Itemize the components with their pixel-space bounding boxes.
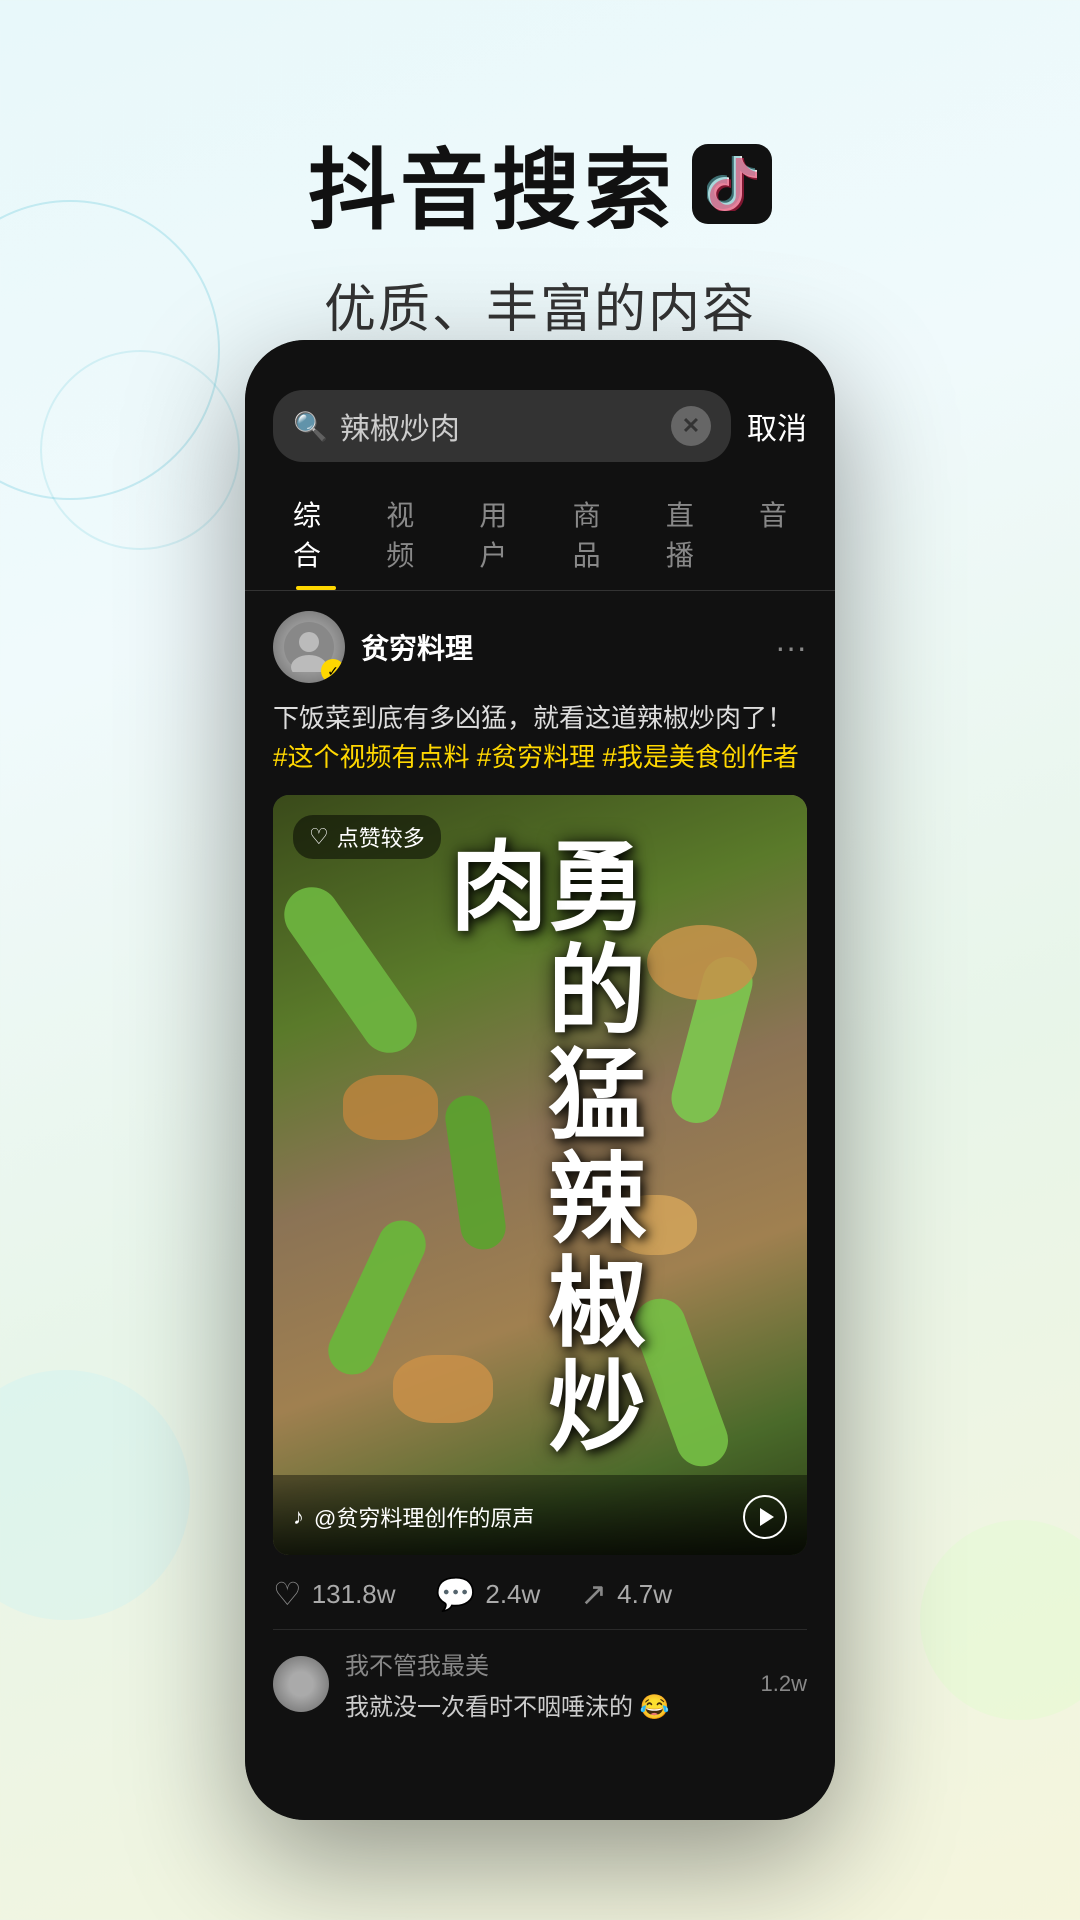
play-button[interactable] — [743, 1495, 787, 1539]
comment-count: 1.2w — [761, 1671, 807, 1697]
post-body: 下饭菜到底有多凶猛，就看这道辣椒炒肉了！ — [273, 703, 793, 733]
hashtag-3[interactable]: #我是美食创作者 — [602, 742, 798, 772]
share-icon: ↗ — [580, 1575, 607, 1613]
bg-decoration-blob-right — [920, 1520, 1080, 1720]
tab-商品[interactable]: 商品 — [553, 478, 638, 590]
more-options-icon[interactable]: ··· — [775, 629, 807, 666]
subtitle: 优质、丰富的内容 — [0, 267, 1080, 342]
video-text-overlay: 勇的猛辣椒炒肉 — [273, 795, 807, 1555]
heart-icon: ♡ — [273, 1575, 302, 1613]
like-badge-text: 点赞较多 — [337, 821, 425, 853]
comments-count: 2.4w — [485, 1579, 540, 1610]
comment-author: 我不管我最美 — [345, 1646, 745, 1681]
user-info: ✓ 贫穷料理 — [273, 611, 473, 683]
likes-stat[interactable]: ♡ 131.8w — [273, 1575, 396, 1613]
cancel-button[interactable]: 取消 — [747, 404, 807, 448]
phone-mockup: 🔍 辣椒炒肉 ✕ 取消 综合 视频 用户 商品 直播 音 — [245, 340, 835, 1820]
main-title: 抖音搜索 — [0, 120, 1080, 247]
hashtag-2[interactable]: #贫穷料理 — [477, 742, 595, 772]
tab-音[interactable]: 音 — [739, 478, 807, 590]
comment-content: 我不管我最美 我就没一次看时不咽唾沫的 😂 — [345, 1646, 745, 1722]
search-area: 🔍 辣椒炒肉 ✕ 取消 — [245, 340, 835, 478]
username[interactable]: 贫穷料理 — [361, 627, 473, 667]
user-row: ✓ 贫穷料理 ··· — [273, 611, 807, 683]
search-query: 辣椒炒肉 — [340, 404, 659, 448]
phone-screen: 🔍 辣椒炒肉 ✕ 取消 综合 视频 用户 商品 直播 音 — [245, 340, 835, 1820]
avatar: ✓ — [273, 611, 345, 683]
video-background: 勇的猛辣椒炒肉 ♡ 点赞较多 ♪ @贫穷料理创作的原声 — [273, 795, 807, 1555]
video-bottom-bar: ♪ @贫穷料理创作的原声 — [273, 1479, 807, 1555]
audio-info: ♪ @贫穷料理创作的原声 — [293, 1501, 534, 1533]
search-icon: 🔍 — [293, 410, 328, 443]
comment-icon: 💬 — [436, 1575, 476, 1613]
video-big-text: 勇的猛辣椒炒肉 — [442, 835, 638, 1515]
verified-badge: ✓ — [321, 659, 345, 683]
comments-stat[interactable]: 💬 2.4w — [436, 1575, 541, 1613]
tab-直播[interactable]: 直播 — [646, 478, 731, 590]
like-badge: ♡ 点赞较多 — [293, 815, 441, 859]
heart-icon-small: ♡ — [309, 824, 329, 850]
comment-preview: 我不管我最美 我就没一次看时不咽唾沫的 😂 1.2w — [273, 1629, 807, 1738]
play-icon — [760, 1508, 774, 1526]
clear-search-button[interactable]: ✕ — [671, 406, 711, 446]
post-text: 下饭菜到底有多凶猛，就看这道辣椒炒肉了！ #这个视频有点料 #贫穷料理 #我是美… — [273, 699, 807, 777]
audio-text: @贫穷料理创作的原声 — [314, 1501, 534, 1533]
tab-综合[interactable]: 综合 — [273, 478, 358, 590]
video-thumbnail[interactable]: 勇的猛辣椒炒肉 ♡ 点赞较多 ♪ @贫穷料理创作的原声 — [273, 795, 807, 1555]
hashtag-1[interactable]: #这个视频有点料 — [273, 742, 469, 772]
tiktok-small-icon: ♪ — [293, 1504, 304, 1530]
commenter-avatar — [273, 1656, 329, 1712]
bg-decoration-blob-left — [0, 1370, 190, 1620]
shares-stat[interactable]: ↗ 4.7w — [580, 1575, 672, 1613]
tabs-bar: 综合 视频 用户 商品 直播 音 — [245, 478, 835, 591]
shares-count: 4.7w — [617, 1579, 672, 1610]
title-text: 抖音搜索 — [308, 120, 676, 247]
tab-用户[interactable]: 用户 — [459, 478, 544, 590]
search-bar[interactable]: 🔍 辣椒炒肉 ✕ — [273, 390, 731, 462]
likes-count: 131.8w — [312, 1579, 396, 1610]
comment-text: 我就没一次看时不咽唾沫的 😂 — [345, 1687, 745, 1722]
tiktok-icon — [692, 144, 772, 224]
stats-row: ♡ 131.8w 💬 2.4w ↗ 4.7w — [273, 1555, 807, 1629]
tab-视频[interactable]: 视频 — [366, 478, 451, 590]
content-area: ✓ 贫穷料理 ··· 下饭菜到底有多凶猛，就看这道辣椒炒肉了！ #这个视频有点料… — [245, 591, 835, 1758]
